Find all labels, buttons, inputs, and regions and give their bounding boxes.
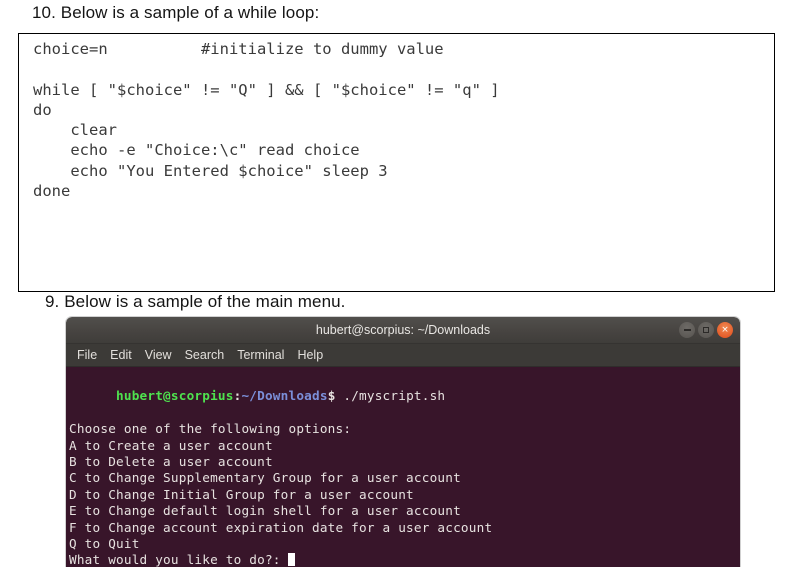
prompt-command: ./myscript.sh [335, 388, 446, 404]
menu-item-terminal[interactable]: Terminal [237, 348, 284, 362]
maximize-button[interactable] [698, 322, 714, 338]
terminal-output-line: Choose one of the following options: [69, 421, 352, 437]
terminal-output-line: D to Change Initial Group for a user acc… [69, 486, 414, 502]
minimize-button[interactable] [679, 322, 695, 338]
code-sample-box: choice=n #initialize to dummy value whil… [18, 33, 775, 292]
terminal-output-line: Q to Quit [69, 536, 140, 552]
terminal-window-title: hubert@scorpius: ~/Downloads [315, 323, 491, 337]
prompt-dollar: $ [327, 388, 336, 404]
terminal-output-line: F to Change account expiration date for … [69, 519, 493, 535]
terminal-output-line: A to Create a user account [69, 437, 273, 453]
page-heading-item-10: 10. Below is a sample of a while loop: [32, 3, 320, 22]
terminal-input-prompt-text: What would you like to do?: [69, 552, 289, 567]
terminal-output-line: E to Change default login shell for a us… [69, 503, 461, 519]
terminal-input-line: What would you like to do?: [69, 552, 740, 567]
terminal-menubar: File Edit View Search Terminal Help [66, 344, 740, 367]
code-sample-text: choice=n #initialize to dummy value whil… [33, 40, 500, 201]
menu-item-help[interactable]: Help [297, 348, 323, 362]
prompt-path: ~/Downloads [241, 388, 328, 404]
window-controls: × [679, 322, 733, 338]
page-heading-item-9: 9. Below is a sample of the main menu. [45, 292, 346, 311]
terminal-window: hubert@scorpius: ~/Downloads × File Edit… [66, 317, 740, 567]
terminal-cursor [288, 553, 296, 567]
terminal-titlebar[interactable]: hubert@scorpius: ~/Downloads × [66, 317, 740, 344]
terminal-output-area[interactable]: hubert@scorpius:~/Downloads$ ./myscript.… [66, 367, 740, 567]
maximize-icon [703, 327, 709, 333]
minimize-icon [683, 329, 691, 331]
close-button[interactable]: × [717, 322, 733, 338]
menu-item-edit[interactable]: Edit [110, 348, 132, 362]
menu-item-view[interactable]: View [145, 348, 172, 362]
terminal-output-line: B to Delete a user account [69, 454, 273, 470]
menu-item-search[interactable]: Search [185, 348, 225, 362]
terminal-prompt-line: hubert@scorpius:~/Downloads$ ./myscript.… [69, 372, 740, 421]
terminal-output-line: C to Change Supplementary Group for a us… [69, 470, 461, 486]
prompt-user-host: hubert@scorpius [116, 388, 234, 404]
menu-item-file[interactable]: File [77, 348, 97, 362]
